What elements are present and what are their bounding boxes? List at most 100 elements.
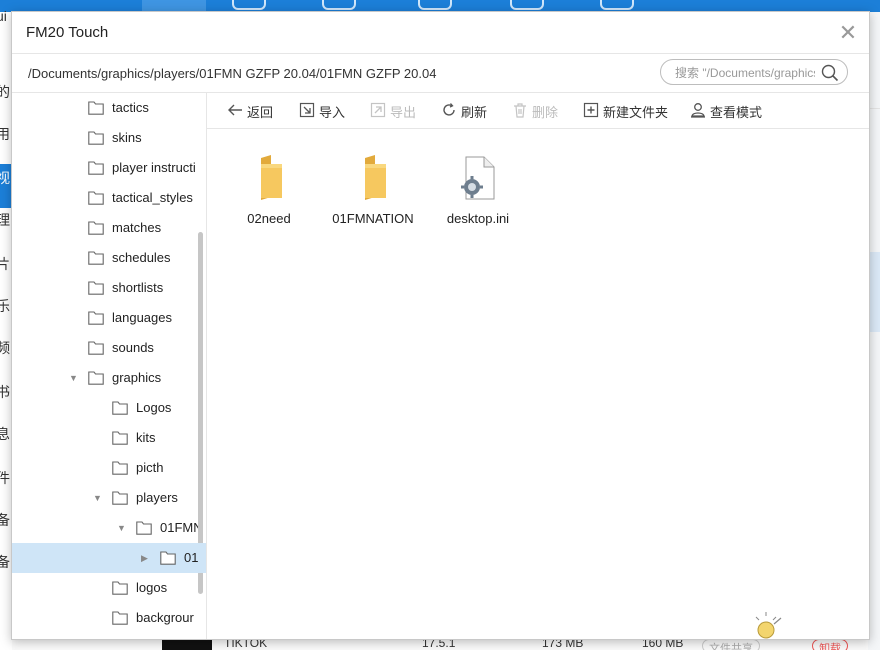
dialog-title: FM20 Touch bbox=[26, 24, 109, 41]
folder-icon bbox=[365, 155, 386, 200]
tree-item[interactable]: picth bbox=[12, 453, 206, 483]
path-bar: /Documents/graphics/players/01FMN GZFP 2… bbox=[12, 53, 869, 93]
search-box[interactable] bbox=[660, 59, 848, 85]
search-input[interactable] bbox=[673, 63, 817, 83]
tree-item-label: kits bbox=[136, 430, 156, 445]
refresh-label: 刷新 bbox=[461, 105, 488, 120]
tree-item-label: backgrour bbox=[136, 610, 194, 625]
tree-item-label: Logos bbox=[136, 400, 172, 415]
folder-outline-icon bbox=[112, 611, 128, 625]
tree-item[interactable]: shortlists bbox=[12, 273, 206, 303]
import-label: 导入 bbox=[319, 105, 346, 120]
tree-item[interactable]: logos bbox=[12, 573, 206, 603]
tray-bulb-icon[interactable] bbox=[748, 610, 784, 640]
user-view-icon bbox=[691, 103, 705, 118]
tree-item-label: sounds bbox=[112, 340, 154, 355]
folder-outline-icon bbox=[136, 521, 152, 535]
caret-down-icon[interactable]: ▼ bbox=[117, 523, 127, 533]
folder-tree: tactics skins player instructi tactical_sty… bbox=[12, 92, 207, 639]
tree-item[interactable]: schedules bbox=[12, 243, 206, 273]
folder-outline-icon bbox=[112, 431, 128, 445]
folder-outline-icon bbox=[88, 371, 104, 385]
settings-file-icon bbox=[461, 156, 495, 200]
tree-item[interactable]: ▶ 01 bbox=[12, 543, 206, 573]
folder-outline-icon bbox=[88, 191, 104, 205]
file-item-folder[interactable]: 02need bbox=[224, 154, 314, 234]
folder-outline-icon bbox=[160, 551, 176, 565]
file-name: 01FMNATION bbox=[332, 211, 414, 226]
back-label: 返回 bbox=[247, 105, 274, 120]
tree-item-label: player instructi bbox=[112, 160, 196, 175]
tree-item[interactable]: kits bbox=[12, 423, 206, 453]
tree-item-label: skins bbox=[112, 130, 142, 145]
current-path: /Documents/graphics/players/01FMN GZFP 2… bbox=[28, 66, 437, 81]
file-item-folder[interactable]: 01FMNATION bbox=[328, 154, 418, 234]
delete-label: 删除 bbox=[532, 105, 559, 120]
close-icon[interactable]: ✕ bbox=[837, 22, 859, 44]
folder-outline-icon bbox=[88, 281, 104, 295]
view-mode-label: 查看模式 bbox=[710, 105, 763, 120]
trash-icon bbox=[514, 103, 526, 118]
caret-right-icon[interactable]: ▶ bbox=[141, 553, 151, 563]
tree-item[interactable]: player instructi bbox=[12, 153, 206, 183]
background-header-icon bbox=[418, 0, 452, 10]
tree-item-label: shortlists bbox=[112, 280, 164, 295]
tree-item-label: players bbox=[136, 490, 178, 505]
tree-item[interactable]: ▼ 01FMN bbox=[12, 513, 206, 543]
tree-item-label: languages bbox=[112, 310, 172, 325]
file-list: 02need 01FMNATION desktop.ini bbox=[207, 129, 869, 639]
tree-item[interactable]: sounds bbox=[12, 333, 206, 363]
tree-item[interactable]: tactical_styles bbox=[12, 183, 206, 213]
tree-item-label: picth bbox=[136, 460, 164, 475]
tree-item-label: schedules bbox=[112, 250, 171, 265]
search-icon[interactable] bbox=[821, 64, 839, 82]
tree-item-label: logos bbox=[136, 580, 168, 595]
folder-outline-icon bbox=[88, 221, 104, 235]
folder-outline-icon bbox=[88, 161, 104, 175]
export-label: 导出 bbox=[390, 105, 417, 120]
tree-item[interactable]: ▼ graphics bbox=[12, 363, 206, 393]
folder-outline-icon bbox=[112, 581, 128, 595]
caret-down-icon[interactable]: ▼ bbox=[69, 373, 79, 383]
tree-item[interactable]: tactics bbox=[12, 93, 206, 123]
background-share-button[interactable]: 文件共享 bbox=[702, 639, 760, 650]
toolbar: 返回 导入 导出 刷新 删除 新建文件夹 查看模式 bbox=[207, 92, 869, 129]
file-manager-dialog: FM20 Touch ✕ /Documents/graphics/players… bbox=[11, 11, 870, 640]
folder-outline-icon bbox=[88, 101, 104, 115]
tree-item[interactable]: ▼ players bbox=[12, 483, 206, 513]
tree-item-label: matches bbox=[112, 220, 162, 235]
caret-down-icon[interactable]: ▼ bbox=[93, 493, 103, 503]
refresh-icon bbox=[443, 103, 455, 116]
file-item-settings-file[interactable]: desktop.ini bbox=[433, 154, 523, 234]
background-header-icon bbox=[322, 0, 356, 10]
arrow-left-icon bbox=[228, 104, 242, 116]
export-icon bbox=[370, 102, 386, 118]
tree-item[interactable]: matches bbox=[12, 213, 206, 243]
background-header-icon bbox=[510, 0, 544, 10]
tree-item[interactable]: Logos bbox=[12, 393, 206, 423]
folder-outline-icon bbox=[112, 461, 128, 475]
tree-item-label: 01 bbox=[184, 550, 198, 565]
tree-item[interactable]: backgrour bbox=[12, 603, 206, 633]
tree-item-label: tactics bbox=[112, 100, 149, 115]
import-icon bbox=[299, 102, 315, 118]
folder-outline-icon bbox=[112, 491, 128, 505]
folder-outline-icon bbox=[88, 251, 104, 265]
new-folder-icon bbox=[583, 102, 599, 118]
background-uninstall-button[interactable]: 卸载 bbox=[812, 639, 848, 650]
folder-outline-icon bbox=[112, 401, 128, 415]
folder-outline-icon bbox=[88, 311, 104, 325]
background-header-icon bbox=[600, 0, 634, 10]
tree-item[interactable]: languages bbox=[12, 303, 206, 333]
new-folder-label: 新建文件夹 bbox=[603, 105, 669, 120]
tree-item-label: graphics bbox=[112, 370, 162, 385]
tree-item-label: tactical_styles bbox=[112, 190, 193, 205]
file-name: desktop.ini bbox=[446, 211, 510, 226]
tree-item[interactable]: skins bbox=[12, 123, 206, 153]
folder-outline-icon bbox=[88, 131, 104, 145]
tree-item-label: 01FMN bbox=[160, 520, 198, 535]
file-name: 02need bbox=[247, 211, 291, 226]
background-header-icon bbox=[232, 0, 266, 10]
folder-icon bbox=[261, 155, 282, 200]
folder-outline-icon bbox=[88, 341, 104, 355]
